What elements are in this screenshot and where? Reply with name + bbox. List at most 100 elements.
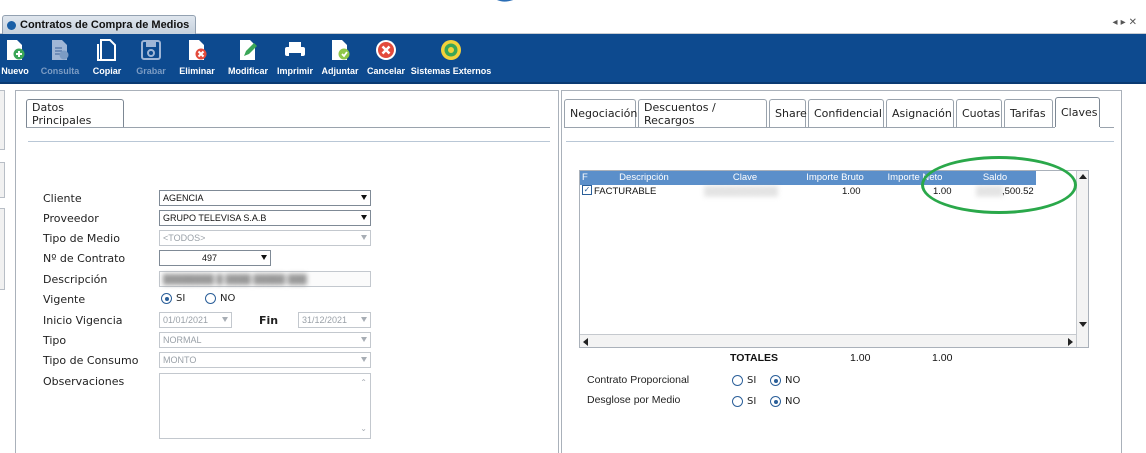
grid-vertical-scrollbar[interactable] bbox=[1076, 171, 1088, 347]
tipo-consumo-select[interactable]: MONTO bbox=[159, 352, 371, 368]
radio-selected-icon bbox=[161, 293, 172, 304]
edit-button[interactable]: Modificar bbox=[226, 34, 270, 84]
copy-button[interactable]: Copiar bbox=[92, 34, 122, 84]
contrato-select[interactable]: 497 bbox=[159, 250, 271, 266]
chevron-down-icon bbox=[361, 235, 367, 240]
tab-baseline bbox=[1100, 127, 1114, 128]
label-tipo: Tipo bbox=[43, 334, 67, 347]
scroll-down-icon[interactable] bbox=[1079, 322, 1087, 327]
print-button[interactable]: Imprimir bbox=[276, 34, 314, 84]
label-inicio-vigencia: Inicio Vigencia bbox=[43, 314, 123, 327]
tab-claves[interactable]: Claves bbox=[1055, 97, 1100, 127]
proveedor-select[interactable]: GRUPO TELEVISA S.A.B bbox=[159, 210, 371, 226]
tab-negociacion[interactable]: Negociación bbox=[564, 99, 637, 127]
tipo-medio-select[interactable]: <TODOS> bbox=[159, 230, 371, 246]
sidebar-tab[interactable] bbox=[0, 162, 5, 198]
attach-button[interactable]: Adjuntar bbox=[320, 34, 360, 84]
totals-bruto: 1.00 bbox=[850, 352, 871, 364]
totals-neto: 1.00 bbox=[932, 352, 953, 364]
fin-vigencia-date[interactable]: 31/12/2021 bbox=[298, 312, 371, 328]
radio-selected-icon bbox=[770, 375, 781, 386]
tab-baseline bbox=[564, 127, 1055, 128]
scroll-right-icon[interactable]: ▸ bbox=[1121, 17, 1129, 28]
brand-logo-icon bbox=[497, 0, 514, 2]
observaciones-textarea[interactable]: ⌃ ⌄ bbox=[159, 373, 371, 439]
external-systems-icon bbox=[441, 40, 461, 60]
proporcional-no-radio[interactable]: NO bbox=[770, 375, 800, 386]
tab-asignacion[interactable]: Asignación bbox=[886, 99, 954, 127]
sidebar-tab[interactable] bbox=[0, 90, 5, 150]
toolbar: Nuevo Consulta Copiar Grabar Eliminar Mo… bbox=[0, 34, 1146, 84]
scroll-down-icon: ⌄ bbox=[360, 424, 367, 433]
label-numero-contrato: Nº de Contrato bbox=[43, 252, 126, 265]
grid-horizontal-scrollbar[interactable] bbox=[580, 334, 1076, 347]
chevron-down-icon bbox=[361, 195, 367, 200]
vigente-si-radio[interactable]: SI bbox=[161, 293, 185, 304]
col-f[interactable]: F bbox=[582, 172, 592, 183]
query-button[interactable]: Consulta bbox=[41, 34, 79, 84]
desglose-si-radio[interactable]: SI bbox=[732, 396, 756, 407]
chevron-down-icon bbox=[261, 255, 267, 260]
radio-empty-icon bbox=[205, 293, 216, 304]
sidebar-edge bbox=[0, 84, 5, 453]
close-icon[interactable]: ✕ bbox=[1129, 17, 1140, 28]
tab-share[interactable]: Share bbox=[769, 99, 807, 127]
scroll-right-icon[interactable] bbox=[1068, 338, 1073, 346]
sidebar-tab[interactable] bbox=[0, 208, 5, 290]
cancel-button[interactable]: Cancelar bbox=[366, 34, 406, 84]
radio-selected-icon bbox=[770, 396, 781, 407]
label-cliente: Cliente bbox=[43, 192, 82, 205]
scroll-up-icon: ⌃ bbox=[360, 378, 367, 387]
section-divider bbox=[566, 141, 1114, 142]
col-clave[interactable]: Clave bbox=[696, 172, 794, 183]
edit-icon bbox=[240, 40, 257, 60]
col-importe-bruto[interactable]: Importe Bruto bbox=[794, 172, 876, 183]
save-icon bbox=[141, 40, 161, 60]
delete-document-icon bbox=[189, 40, 207, 60]
tab-tarifas[interactable]: Tarifas bbox=[1004, 99, 1053, 127]
scroll-up-icon[interactable] bbox=[1079, 174, 1087, 179]
desglose-no-radio[interactable]: NO bbox=[770, 396, 800, 407]
col-descripcion[interactable]: Descripción bbox=[592, 172, 696, 183]
cliente-select[interactable]: AGENCIA bbox=[159, 190, 371, 206]
tab-datos-principales[interactable]: Datos Principales bbox=[26, 99, 124, 127]
query-document-icon bbox=[52, 40, 69, 60]
tab-descuentos-recargos[interactable]: Descuentos / Recargos bbox=[638, 99, 767, 127]
vigente-no-radio[interactable]: NO bbox=[205, 293, 235, 304]
label-descripcion: Descripción bbox=[43, 273, 108, 286]
chevron-down-icon bbox=[361, 337, 367, 342]
scroll-left-icon[interactable]: ◂ bbox=[1113, 17, 1121, 28]
tab-confidencial[interactable]: Confidencial bbox=[808, 99, 884, 127]
tab-baseline bbox=[26, 127, 550, 128]
row-checkbox-checked-icon[interactable]: ✓ bbox=[582, 185, 592, 195]
window-title-bar: Contratos de Compra de Medios ◂▸✕ bbox=[0, 14, 1146, 34]
copy-icon bbox=[97, 39, 116, 61]
scroll-left-icon[interactable] bbox=[583, 338, 588, 346]
chevron-down-icon bbox=[361, 317, 367, 322]
tab-cuotas[interactable]: Cuotas bbox=[956, 99, 1002, 127]
save-button[interactable]: Grabar bbox=[136, 34, 166, 84]
inicio-vigencia-date[interactable]: 01/01/2021 bbox=[159, 312, 232, 328]
window-controls: ◂▸✕ bbox=[1113, 17, 1140, 28]
cancel-icon bbox=[376, 40, 396, 60]
proporcional-si-radio[interactable]: SI bbox=[732, 375, 756, 386]
descripcion-field[interactable]: ████████ █ ████ █████ ███ bbox=[159, 271, 371, 287]
external-systems-button[interactable]: Sistemas Externos bbox=[411, 34, 491, 84]
window-tab[interactable]: Contratos de Compra de Medios bbox=[2, 15, 197, 34]
cell-clave: ▒▒▒▒▒▒▒▒▒▒▒ bbox=[704, 186, 779, 197]
attach-icon bbox=[332, 40, 350, 60]
printer-icon bbox=[285, 42, 305, 58]
label-contrato-proporcional: Contrato Proporcional bbox=[587, 374, 690, 386]
chevron-down-icon bbox=[361, 215, 367, 220]
cell-importe-bruto: 1.00 bbox=[842, 186, 861, 197]
chevron-down-icon bbox=[361, 357, 367, 362]
app-icon bbox=[7, 20, 16, 30]
window-title: Contratos de Compra de Medios bbox=[20, 19, 190, 31]
cell-descripcion: FACTURABLE bbox=[594, 186, 657, 197]
delete-button[interactable]: Eliminar bbox=[179, 34, 215, 84]
label-tipo-medio: Tipo de Medio bbox=[43, 232, 120, 245]
chevron-down-icon bbox=[222, 317, 228, 322]
new-button[interactable]: Nuevo bbox=[1, 34, 29, 84]
tipo-select[interactable]: NORMAL bbox=[159, 332, 371, 348]
new-document-icon bbox=[7, 40, 25, 60]
